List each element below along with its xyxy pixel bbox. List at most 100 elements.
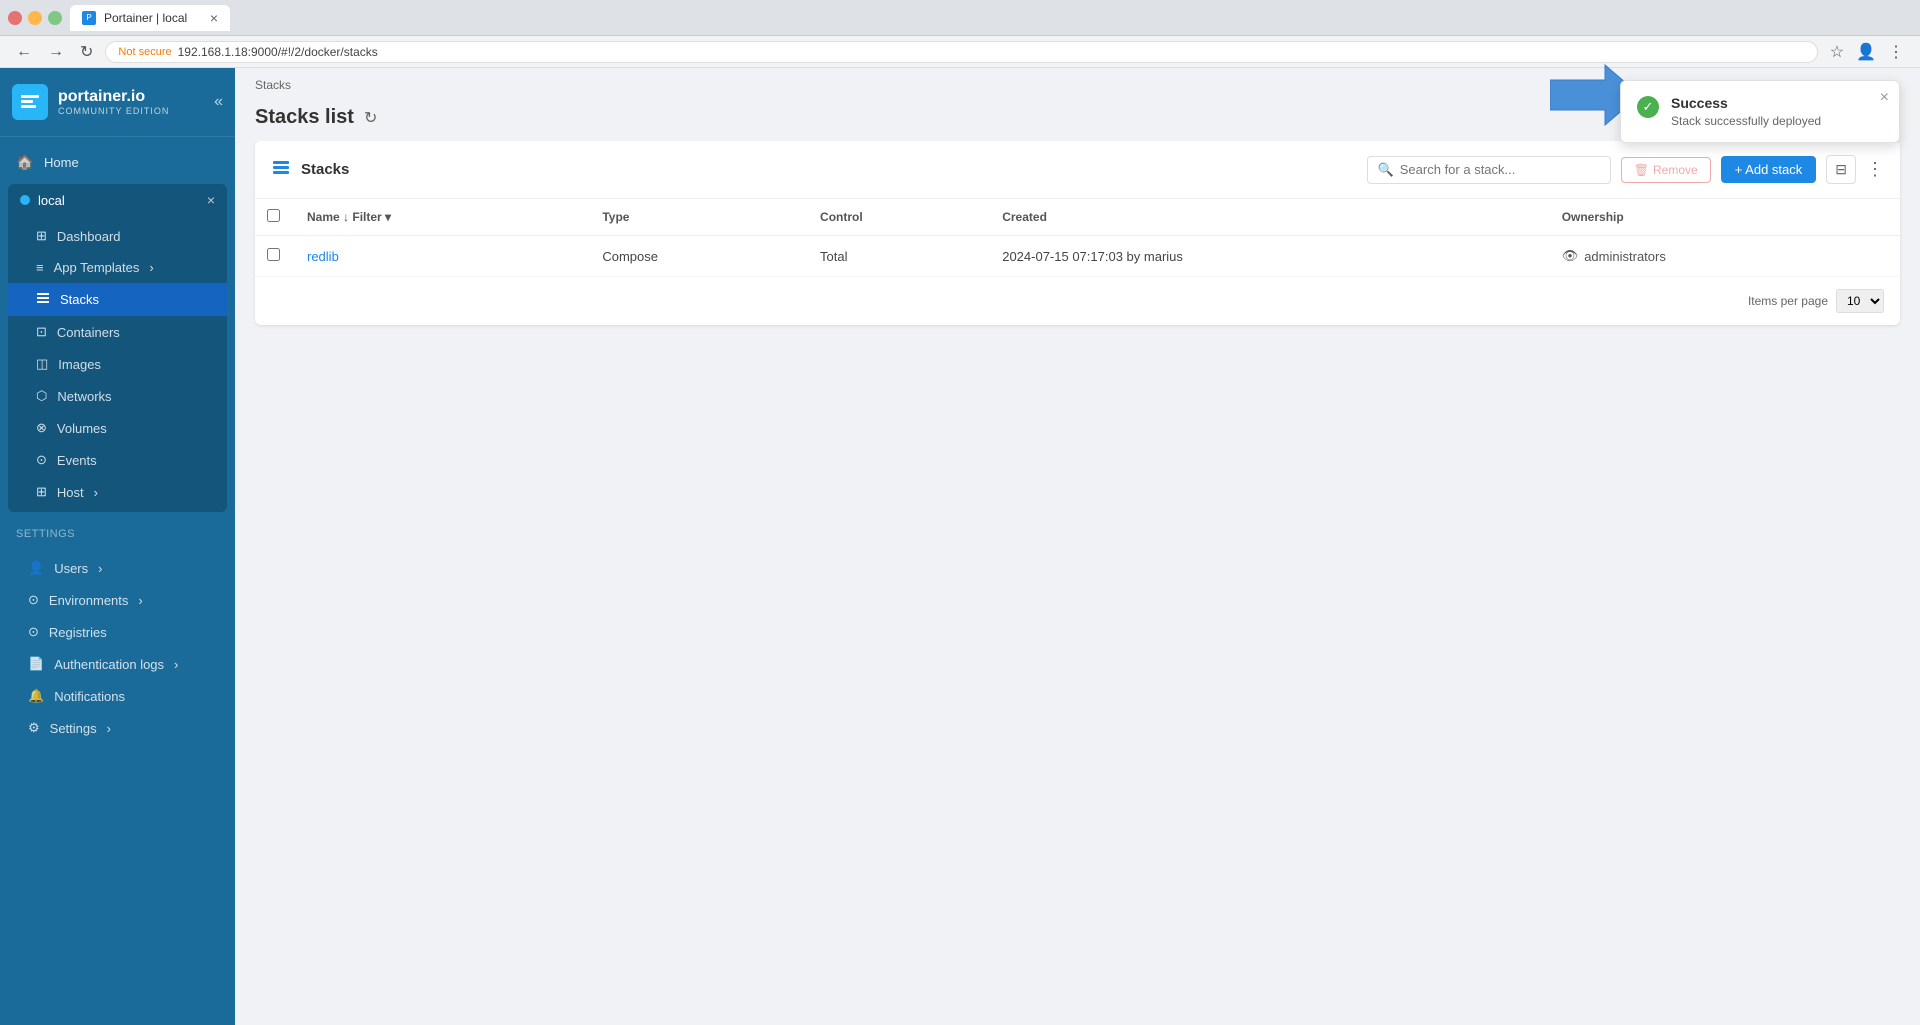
- sidebar-item-dashboard[interactable]: ⊞ Dashboard: [8, 220, 227, 252]
- back-button[interactable]: ←: [12, 39, 36, 65]
- sidebar-item-events[interactable]: ⊙ Events: [8, 444, 227, 476]
- env-section: local × ⊞ Dashboard ≡ App Templates ›: [8, 184, 227, 512]
- sidebar-item-networks[interactable]: ⬡ Networks: [8, 380, 227, 412]
- tab-bar: P Portainer | local ×: [70, 5, 1912, 31]
- active-tab[interactable]: P Portainer | local ×: [70, 5, 230, 31]
- column-view-button[interactable]: ⊟: [1826, 155, 1856, 184]
- more-options-button[interactable]: ⋮: [1866, 159, 1884, 180]
- control-col-header[interactable]: Control: [808, 199, 990, 236]
- env-header[interactable]: local ×: [8, 184, 227, 216]
- host-label: Host: [57, 485, 84, 500]
- notifications-label: Notifications: [54, 689, 125, 704]
- images-label: Images: [58, 357, 101, 372]
- items-per-page-label: Items per page: [1748, 294, 1828, 308]
- registries-icon: ⊙: [28, 624, 39, 640]
- main-content: Stacks Stacks list ↻: [235, 68, 1920, 1025]
- sidebar-item-host[interactable]: ⊞ Host ›: [8, 476, 227, 508]
- logo-text: portainer.io COMMUNITY EDITION: [58, 88, 169, 116]
- events-icon: ⊙: [36, 452, 47, 468]
- users-label: Users: [54, 561, 88, 576]
- sidebar-item-registries[interactable]: ⊙ Registries: [0, 616, 235, 648]
- toast-container: ✓ Success Stack successfully deployed ×: [1620, 80, 1900, 143]
- env-name-label: local: [38, 193, 65, 208]
- ownership-cell: 👁 administrators: [1550, 236, 1900, 277]
- search-input[interactable]: [1400, 162, 1600, 177]
- networks-icon: ⬡: [36, 388, 47, 404]
- control-cell: Total: [808, 236, 990, 277]
- sidebar-item-environments[interactable]: ⊙ Environments ›: [0, 584, 235, 616]
- host-icon: ⊞: [36, 484, 47, 500]
- sidebar-item-settings[interactable]: ⚙ Settings ›: [0, 712, 235, 744]
- search-box: 🔍: [1367, 156, 1611, 184]
- browser-maximize-btn[interactable]: +: [48, 11, 62, 25]
- tab-title: Portainer | local: [104, 11, 187, 25]
- containers-icon: ⊡: [36, 324, 47, 340]
- browser-close-btn[interactable]: ×: [8, 11, 22, 25]
- environments-chevron: ›: [138, 593, 142, 608]
- remove-button[interactable]: 🗑 Remove: [1621, 157, 1711, 183]
- name-col-header[interactable]: Name ↓ Filter ▾: [295, 199, 590, 236]
- host-chevron: ›: [94, 485, 98, 500]
- remove-icon: 🗑: [1634, 163, 1649, 177]
- registries-label: Registries: [49, 625, 107, 640]
- created-col-header[interactable]: Created: [990, 199, 1549, 236]
- star-button[interactable]: ☆: [1826, 38, 1848, 66]
- volumes-icon: ⊗: [36, 420, 47, 436]
- sidebar-item-app-templates[interactable]: ≡ App Templates ›: [8, 252, 227, 283]
- environments-label: Environments: [49, 593, 128, 608]
- address-bar[interactable]: Not secure 192.168.1.18:9000/#!/2/docker…: [105, 41, 1817, 63]
- forward-button[interactable]: →: [44, 39, 68, 65]
- select-all-checkbox[interactable]: [267, 209, 280, 222]
- logo-name: portainer.io: [58, 88, 169, 106]
- tab-favicon: P: [82, 11, 96, 25]
- users-chevron: ›: [98, 561, 102, 576]
- env-close-btn[interactable]: ×: [207, 192, 215, 208]
- card-title-label: Stacks: [301, 161, 349, 178]
- refresh-button[interactable]: ↻: [364, 108, 377, 128]
- browser-minimize-btn[interactable]: −: [28, 11, 42, 25]
- view-buttons: ⊟: [1826, 155, 1856, 184]
- auth-logs-chevron: ›: [174, 657, 178, 672]
- settings-label: Settings: [16, 528, 219, 540]
- toast-close-button[interactable]: ×: [1880, 89, 1889, 107]
- sidebar-item-auth-logs[interactable]: 📄 Authentication logs ›: [0, 648, 235, 680]
- table-header: Name ↓ Filter ▾ Type Control Created: [255, 199, 1900, 236]
- sidebar-item-containers[interactable]: ⊡ Containers: [8, 316, 227, 348]
- stacks-card-icon: [271, 157, 291, 182]
- sidebar-item-notifications[interactable]: 🔔 Notifications: [0, 680, 235, 712]
- type-col-header[interactable]: Type: [590, 199, 808, 236]
- tab-close-btn[interactable]: ×: [210, 11, 218, 25]
- sidebar-item-stacks[interactable]: Stacks: [8, 283, 227, 316]
- remove-label: Remove: [1653, 163, 1698, 177]
- card-actions: 🔍 🗑 Remove + Add stack ⊟ ⋮: [1367, 155, 1884, 184]
- toast-content: Success Stack successfully deployed: [1671, 95, 1883, 128]
- browser-chrome: × − + P Portainer | local ×: [0, 0, 1920, 36]
- items-per-page-select[interactable]: 10 25 50: [1836, 289, 1884, 313]
- row-checkbox[interactable]: [267, 248, 280, 261]
- profile-button[interactable]: 👤: [1852, 38, 1880, 66]
- table-footer: Items per page 10 25 50: [255, 277, 1900, 325]
- settings-section: Settings: [0, 516, 235, 548]
- type-col-label: Type: [602, 210, 629, 224]
- stacks-table: Name ↓ Filter ▾ Type Control Created: [255, 199, 1900, 277]
- ownership-col-header[interactable]: Ownership: [1550, 199, 1900, 236]
- menu-button[interactable]: ⋮: [1884, 38, 1908, 66]
- env-name-container: local: [20, 193, 65, 208]
- created-col-label: Created: [1002, 210, 1047, 224]
- sidebar-collapse-btn[interactable]: «: [214, 93, 223, 111]
- sidebar-item-volumes[interactable]: ⊗ Volumes: [8, 412, 227, 444]
- created-cell: 2024-07-15 07:17:03 by marius: [990, 236, 1549, 277]
- add-stack-button[interactable]: + Add stack: [1721, 156, 1817, 183]
- settings-item-label: Settings: [50, 721, 97, 736]
- volumes-label: Volumes: [57, 421, 107, 436]
- reload-button[interactable]: ↻: [76, 38, 97, 66]
- filter-icon[interactable]: Filter ▾: [352, 210, 391, 224]
- table-row: redlib Compose Total 2024-07-15 07:17:03…: [255, 236, 1900, 277]
- sidebar-item-home[interactable]: 🏠 Home: [0, 145, 235, 180]
- auth-logs-icon: 📄: [28, 656, 44, 672]
- stack-link[interactable]: redlib: [307, 249, 339, 264]
- stacks-label: Stacks: [60, 292, 99, 307]
- ownership-container: 👁 administrators: [1562, 248, 1888, 264]
- sidebar-item-images[interactable]: ◫ Images: [8, 348, 227, 380]
- sidebar-item-users[interactable]: 👤 Users ›: [0, 552, 235, 584]
